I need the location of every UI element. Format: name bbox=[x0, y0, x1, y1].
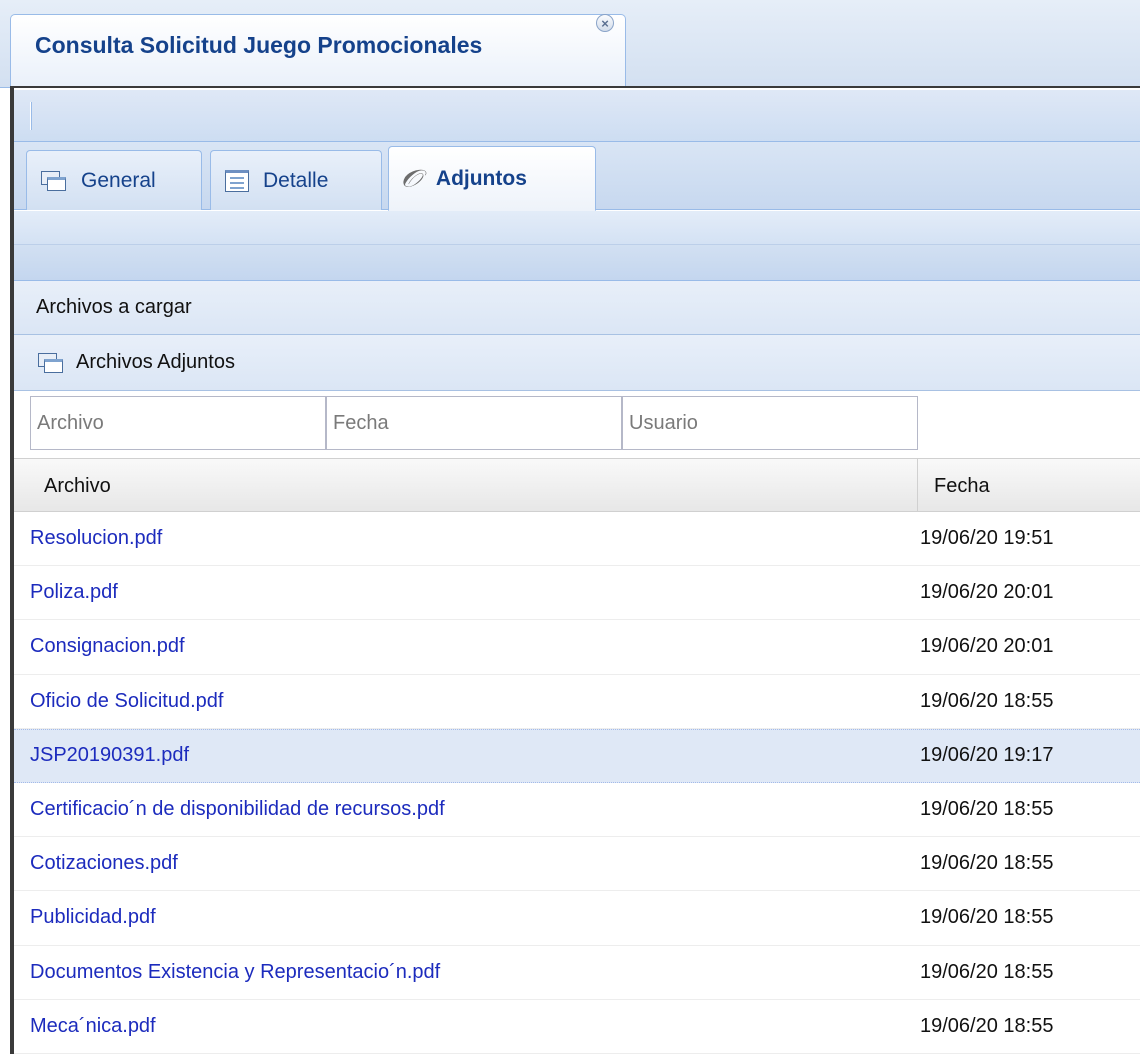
tab-detalle[interactable]: Detalle bbox=[210, 150, 382, 210]
archivo-filter-input[interactable] bbox=[30, 396, 326, 450]
tab-general[interactable]: General bbox=[26, 150, 202, 210]
column-header-archivo[interactable]: Archivo bbox=[28, 459, 918, 513]
file-link[interactable]: Publicidad.pdf bbox=[14, 891, 904, 944]
file-date: 19/06/20 18:55 bbox=[920, 798, 1054, 821]
top-toolbar bbox=[14, 90, 1140, 142]
file-date: 19/06/20 20:01 bbox=[920, 581, 1054, 604]
table-row[interactable]: Documentos Existencia y Representacio´n.… bbox=[14, 945, 1140, 1000]
attachments-section-header[interactable]: Archivos Adjuntos bbox=[14, 335, 1140, 391]
close-icon[interactable]: × bbox=[596, 14, 614, 32]
subtoolbar-band-2 bbox=[14, 245, 1140, 281]
usuario-filter-input[interactable] bbox=[622, 396, 918, 450]
file-date: 19/06/20 20:01 bbox=[920, 635, 1054, 658]
file-link[interactable]: Oficio de Solicitud.pdf bbox=[14, 675, 904, 728]
file-link[interactable]: Cotizaciones.pdf bbox=[14, 837, 904, 890]
table-row[interactable]: Certificacio´n de disponibilidad de recu… bbox=[14, 782, 1140, 838]
fecha-filter-input[interactable] bbox=[326, 396, 622, 450]
file-date: 19/06/20 19:51 bbox=[920, 527, 1054, 550]
tab-adjuntos[interactable]: 𝒪 Adjuntos bbox=[388, 146, 596, 211]
tab-adjuntos-label: Adjuntos bbox=[435, 166, 527, 190]
file-link[interactable]: Documentos Existencia y Representacio´n.… bbox=[14, 946, 904, 999]
table-row[interactable]: Oficio de Solicitud.pdf 19/06/20 18:55 bbox=[14, 674, 1140, 729]
windows-icon bbox=[41, 170, 67, 191]
file-date: 19/06/20 18:55 bbox=[920, 852, 1054, 875]
upload-section-title: Archivos a cargar bbox=[36, 296, 192, 318]
file-date: 19/06/20 18:55 bbox=[920, 1014, 1054, 1037]
column-header-fecha[interactable]: Fecha bbox=[918, 459, 1140, 513]
form-icon bbox=[225, 169, 249, 192]
windows-icon bbox=[38, 352, 64, 373]
file-date: 19/06/20 18:55 bbox=[920, 689, 1054, 712]
table-row[interactable]: Resolucion.pdf 19/06/20 19:51 bbox=[14, 512, 1140, 567]
table-row[interactable]: Meca´nica.pdf 19/06/20 18:55 bbox=[14, 999, 1140, 1054]
table-row-selected[interactable]: JSP20190391.pdf 19/06/20 19:17 bbox=[14, 728, 1140, 783]
file-date: 19/06/20 19:17 bbox=[920, 744, 1054, 767]
file-link[interactable]: Consignacion.pdf bbox=[14, 620, 904, 673]
upload-section-header[interactable]: Archivos a cargar bbox=[14, 281, 1140, 335]
file-date: 19/06/20 18:55 bbox=[920, 906, 1054, 929]
tab-detalle-label: Detalle bbox=[263, 168, 329, 192]
window-tab[interactable]: Consulta Solicitud Juego Promocionales bbox=[10, 14, 626, 89]
file-link[interactable]: Poliza.pdf bbox=[14, 566, 904, 619]
file-link[interactable]: Certificacio´n de disponibilidad de recu… bbox=[14, 783, 904, 836]
table-row[interactable]: Cotizaciones.pdf 19/06/20 18:55 bbox=[14, 837, 1140, 892]
table-row[interactable]: Consignacion.pdf 19/06/20 20:01 bbox=[14, 620, 1140, 675]
subtoolbar-band bbox=[14, 211, 1140, 245]
table-row[interactable]: Poliza.pdf 19/06/20 20:01 bbox=[14, 566, 1140, 621]
table-row[interactable]: Publicidad.pdf 19/06/20 18:55 bbox=[14, 891, 1140, 946]
file-link[interactable]: Resolucion.pdf bbox=[14, 512, 904, 565]
window-tab-title: Consulta Solicitud Juego Promocionales bbox=[35, 31, 483, 58]
toolbar-separator bbox=[30, 102, 32, 130]
file-link[interactable]: Meca´nica.pdf bbox=[14, 1000, 904, 1053]
tab-general-label: General bbox=[81, 168, 156, 192]
grid-header: Archivo Fecha bbox=[14, 458, 1140, 513]
file-link[interactable]: JSP20190391.pdf bbox=[14, 730, 904, 782]
attachments-grid: Resolucion.pdf 19/06/20 19:51 Poliza.pdf… bbox=[14, 512, 1140, 1054]
paperclip-icon: 𝒪 bbox=[398, 159, 428, 197]
attachments-section-title: Archivos Adjuntos bbox=[76, 351, 235, 373]
file-date: 19/06/20 18:55 bbox=[920, 960, 1054, 983]
